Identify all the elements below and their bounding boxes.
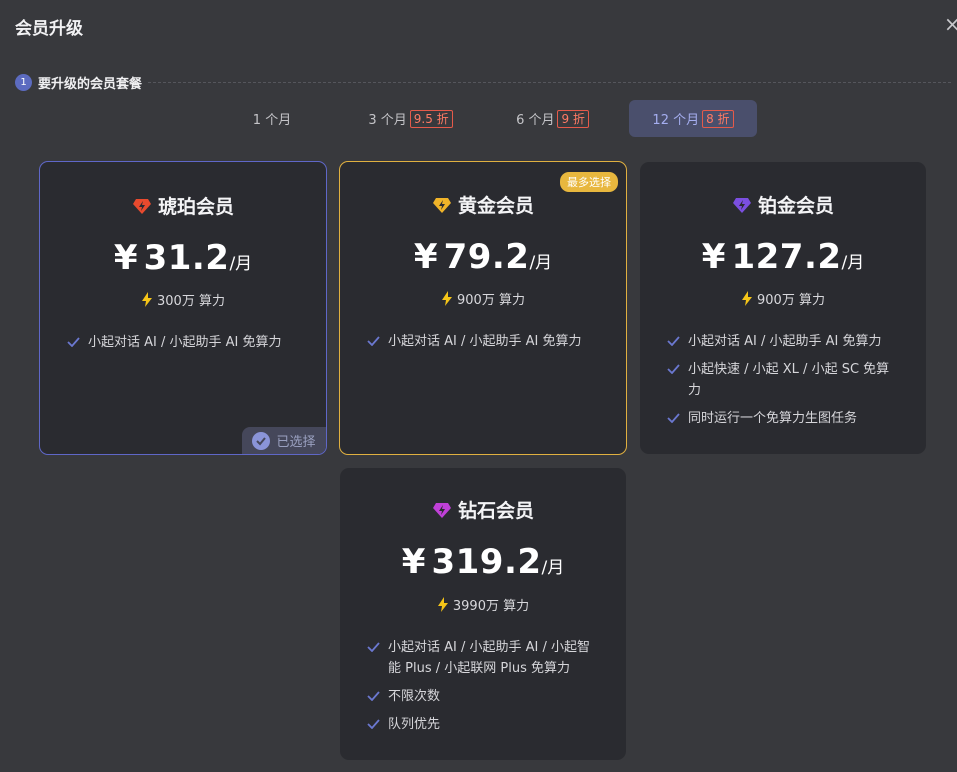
diamond-gem-icon	[432, 502, 451, 518]
tab-12-months[interactable]: 12 个月 8 折	[629, 100, 757, 137]
feature-text: 小起对话 AI / 小起助手 AI 免算力	[88, 335, 282, 350]
plan-header: 钻石会员	[340, 496, 626, 523]
amber-gem-icon	[132, 198, 151, 214]
price-value: 319.2	[431, 542, 542, 582]
discount-badge: 9 折	[557, 109, 589, 128]
plan-name: 黄金会员	[457, 195, 534, 217]
plan-credits: 300万 算力	[40, 290, 326, 309]
section-label: 要升级的会员套餐	[38, 76, 143, 92]
plan-price: ¥ 319.2/月	[340, 542, 626, 582]
plan-name: 钻石会员	[457, 500, 534, 522]
selected-status: 已选择	[242, 427, 326, 454]
currency-symbol: ¥	[701, 237, 726, 277]
check-icon	[367, 719, 380, 729]
feature-list: 小起对话 AI / 小起助手 AI 免算力	[67, 332, 317, 360]
selected-label: 已选择	[276, 435, 316, 450]
check-icon	[667, 413, 680, 423]
feature-text: 同时运行一个免算力生图任务	[688, 411, 858, 426]
feature-item: 不限次数	[367, 686, 602, 707]
feature-item: 小起对话 AI / 小起助手 AI / 小起智能 Plus / 小起联网 Plu…	[367, 637, 602, 679]
price-unit: /月	[841, 253, 865, 273]
credits-label: 900万 算力	[757, 293, 825, 308]
section-header: 1 要升级的会员套餐	[15, 72, 951, 92]
feature-text: 队列优先	[388, 717, 441, 732]
discount-badge: 8 折	[702, 109, 734, 128]
feature-item: 小起对话 AI / 小起助手 AI 免算力	[67, 332, 317, 353]
feature-text: 小起对话 AI / 小起助手 AI 免算力	[388, 334, 582, 349]
currency-symbol: ¥	[401, 542, 426, 582]
price-value: 31.2	[143, 238, 230, 278]
gold-gem-icon	[432, 197, 451, 213]
plan-header: 琥珀会员	[40, 192, 326, 219]
plan-price: ¥ 31.2/月	[40, 238, 326, 278]
tab-3-months[interactable]: 3 个月 9.5 折	[358, 100, 463, 137]
check-icon	[667, 364, 680, 374]
plan-header: 黄金会员	[340, 191, 626, 218]
close-icon[interactable]: ×	[944, 12, 957, 36]
check-icon	[667, 336, 680, 346]
dialog-title: 会员升级	[15, 19, 83, 39]
platinum-gem-icon	[732, 197, 751, 213]
feature-list: 小起对话 AI / 小起助手 AI 免算力 小起快速 / 小起 XL / 小起 …	[667, 331, 902, 436]
tab-label: 1 个月	[252, 113, 292, 128]
lightning-icon	[442, 291, 453, 306]
credits-label: 900万 算力	[457, 293, 525, 308]
tab-label: 6 个月	[516, 113, 555, 128]
section-divider	[148, 81, 951, 83]
check-icon	[367, 691, 380, 701]
feature-text: 不限次数	[388, 689, 441, 704]
check-icon	[367, 642, 380, 652]
tab-6-months[interactable]: 6 个月 9 折	[505, 100, 600, 137]
feature-text: 小起对话 AI / 小起助手 AI 免算力	[688, 334, 882, 349]
price-unit: /月	[229, 254, 253, 274]
plan-header: 铂金会员	[640, 191, 926, 218]
lightning-icon	[742, 291, 753, 306]
feature-list: 小起对话 AI / 小起助手 AI 免算力	[367, 331, 617, 359]
feature-text: 小起对话 AI / 小起助手 AI / 小起智能 Plus / 小起联网 Plu…	[388, 640, 591, 676]
lightning-icon	[142, 292, 153, 307]
plan-credits: 900万 算力	[340, 289, 626, 308]
feature-item: 小起对话 AI / 小起助手 AI 免算力	[367, 331, 617, 352]
plan-card-diamond[interactable]: 钻石会员 ¥ 319.2/月 3990万 算力 小起对话 AI / 小起助手 A…	[340, 468, 626, 760]
plan-card-amber[interactable]: 琥珀会员 ¥ 31.2/月 300万 算力 小起对话 AI / 小起助手 AI …	[39, 161, 327, 455]
plan-card-gold[interactable]: 最多选择 黄金会员 ¥ 79.2/月 900万 算力 小起对话 AI / 小起助…	[339, 161, 627, 455]
duration-tabs: 1 个月 3 个月 9.5 折 6 个月 9 折 12 个月 8 折	[0, 100, 957, 138]
feature-item: 队列优先	[367, 714, 602, 735]
tab-label: 3 个月	[368, 113, 407, 128]
plan-card-platinum[interactable]: 铂金会员 ¥ 127.2/月 900万 算力 小起对话 AI / 小起助手 AI…	[640, 162, 926, 454]
price-unit: /月	[541, 558, 565, 578]
price-value: 127.2	[731, 237, 842, 277]
price-value: 79.2	[443, 237, 530, 277]
price-unit: /月	[529, 253, 553, 273]
tab-1-month[interactable]: 1 个月	[233, 100, 311, 137]
check-icon	[367, 336, 380, 346]
credits-label: 3990万 算力	[452, 599, 530, 614]
feature-item: 小起对话 AI / 小起助手 AI 免算力	[667, 331, 902, 352]
plan-price: ¥ 127.2/月	[640, 237, 926, 277]
plan-name: 琥珀会员	[157, 196, 234, 218]
plan-price: ¥ 79.2/月	[340, 237, 626, 277]
feature-item: 小起快速 / 小起 XL / 小起 SC 免算力	[667, 359, 902, 401]
plan-credits: 900万 算力	[640, 289, 926, 308]
currency-symbol: ¥	[113, 238, 138, 278]
tab-label: 12 个月	[652, 113, 700, 128]
popular-badge: 最多选择	[560, 172, 618, 192]
plan-name: 铂金会员	[757, 195, 834, 217]
plan-credits: 3990万 算力	[340, 595, 626, 614]
currency-symbol: ¥	[413, 237, 438, 277]
discount-badge: 9.5 折	[409, 109, 453, 128]
feature-list: 小起对话 AI / 小起助手 AI / 小起智能 Plus / 小起联网 Plu…	[367, 637, 602, 742]
step-number: 1	[15, 73, 32, 91]
check-icon	[67, 337, 80, 347]
check-circle-icon	[252, 431, 271, 450]
feature-text: 小起快速 / 小起 XL / 小起 SC 免算力	[688, 362, 890, 398]
feature-item: 同时运行一个免算力生图任务	[667, 408, 902, 429]
lightning-icon	[437, 597, 448, 612]
credits-label: 300万 算力	[157, 294, 225, 309]
